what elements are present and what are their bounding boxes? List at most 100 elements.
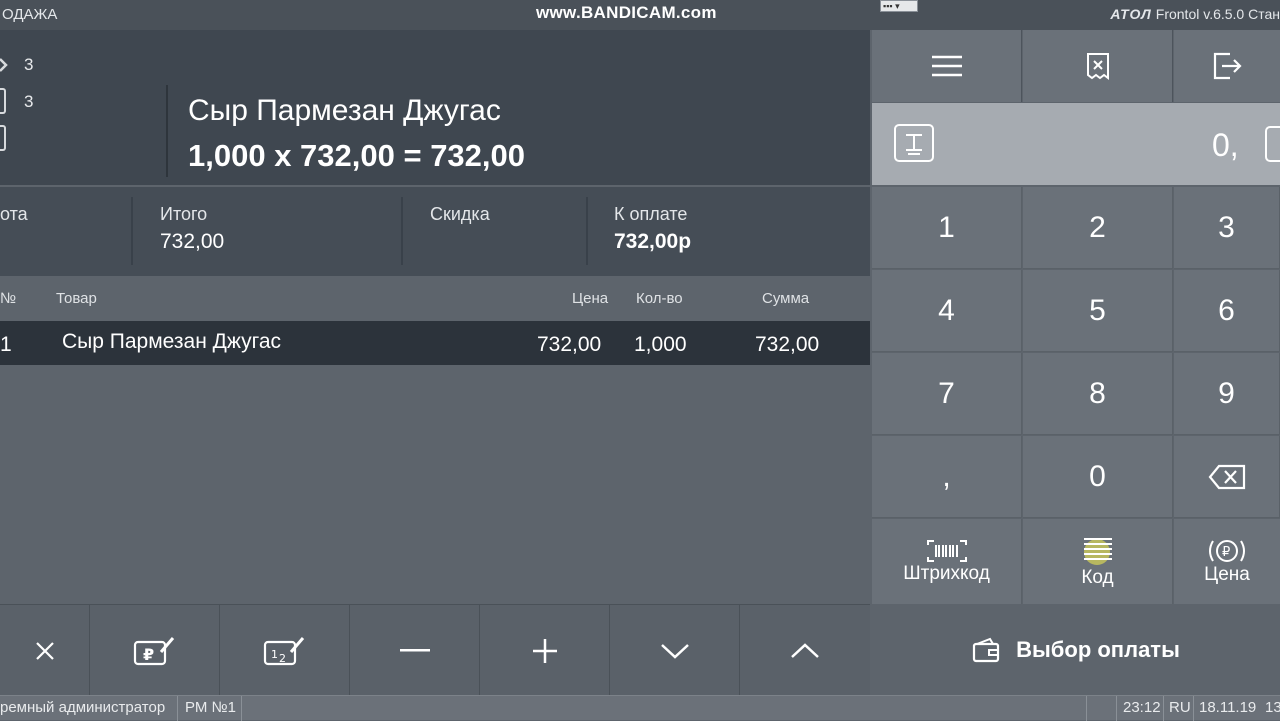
title-bar: ОДАЖА www.BANDICAM.com ▪▪▪ ▾ АТОЛ Frontol…: [0, 0, 1280, 30]
scroll-up-button[interactable]: [740, 605, 870, 696]
svg-text:₽: ₽: [1222, 545, 1230, 560]
subtotal-label: Итого: [160, 204, 208, 224]
row-product: Сыр Пармезан Джугас: [62, 330, 282, 353]
payment-select-button[interactable]: Выбор оплаты: [872, 604, 1280, 695]
table-row[interactable]: 1 Сыр Пармезан Джугас 732,00 1,000 732,0…: [0, 321, 870, 365]
scale-icon[interactable]: [894, 124, 934, 162]
status-bar: ремный администратор РМ №1 23:12 RU 18.1…: [0, 695, 1280, 721]
key-comma[interactable]: ,: [872, 436, 1022, 518]
key-7[interactable]: 7: [872, 353, 1022, 435]
key-4[interactable]: 4: [872, 270, 1022, 352]
list-icon: [1083, 538, 1112, 560]
status-extra: 13: [1265, 699, 1280, 716]
col-no: №: [0, 290, 17, 307]
settings-icon[interactable]: [1265, 126, 1280, 162]
mode-label: ОДАЖА: [2, 6, 58, 23]
divider: [1086, 696, 1087, 721]
chevron-up-icon: [791, 642, 819, 658]
exit-button[interactable]: [1174, 30, 1280, 102]
item-calculation: 1,000 x 732,00 = 732,00: [188, 138, 526, 173]
delete-button[interactable]: [0, 605, 90, 696]
chevron-down-icon: [660, 643, 689, 659]
key-8[interactable]: 8: [1023, 353, 1173, 435]
barcode-button[interactable]: Штрихкод: [872, 519, 1022, 605]
divider: [1163, 696, 1164, 721]
payment-select-label: Выбор оплаты: [1016, 636, 1180, 662]
edit-price-button[interactable]: ₽: [90, 605, 220, 696]
key-1[interactable]: 1: [872, 187, 1022, 269]
price-label: Цена: [1204, 564, 1250, 585]
row-no: 1: [0, 333, 12, 356]
barcode-label: Штрихкод: [903, 563, 990, 584]
col-product: Товар: [56, 290, 97, 307]
count-a: 3: [24, 55, 34, 74]
key-3[interactable]: 3: [1174, 187, 1280, 269]
totals-col1-label: ота: [0, 204, 28, 224]
key-5[interactable]: 5: [1023, 270, 1173, 352]
svg-text:₽: ₽: [143, 645, 154, 664]
divider: [586, 197, 588, 265]
cancel-receipt-button[interactable]: [1023, 30, 1173, 102]
barcode-icon: [926, 540, 967, 562]
date-label: 18.11.19: [1199, 699, 1257, 716]
divider: [1193, 696, 1194, 721]
key-9[interactable]: 9: [1174, 353, 1280, 435]
menu-button[interactable]: [872, 30, 1022, 102]
chevron-right-icon: [0, 58, 8, 72]
key-6[interactable]: 6: [1174, 270, 1280, 352]
price-icon: ₽: [1205, 538, 1245, 564]
lang-label: RU: [1169, 699, 1191, 716]
divider: [401, 197, 403, 265]
menu-icon: [931, 55, 962, 77]
current-item-panel: 3 3 Сыр Пармезан Джугас 1,000 x 732,00 =…: [0, 30, 870, 185]
plus-icon: [532, 638, 557, 663]
col-sum: Сумма: [762, 290, 810, 307]
quantity-value: 0,: [1212, 127, 1239, 163]
table-header: № Товар Цена Кол-во Сумма: [0, 277, 870, 321]
divider: [1116, 696, 1117, 721]
edit-price-icon: ₽: [133, 636, 174, 665]
count-b: 3: [24, 92, 34, 111]
divider: [166, 85, 168, 177]
brand-logo: АТОЛ: [1110, 6, 1152, 22]
key-2[interactable]: 2: [1023, 187, 1173, 269]
svg-text:2: 2: [279, 652, 286, 665]
code-button[interactable]: Код: [1023, 519, 1173, 605]
edit-quantity-icon: 12: [263, 636, 304, 665]
recorder-watermark: www.BANDICAM.com: [536, 3, 717, 22]
bracket-icon: [0, 125, 6, 151]
row-sum: 732,00: [755, 333, 820, 356]
to-pay-value: 732,00р: [614, 230, 692, 253]
row-price: 732,00: [537, 333, 602, 356]
table-empty-area[interactable]: [0, 365, 870, 604]
close-icon: [35, 641, 54, 660]
plus-button[interactable]: [480, 605, 610, 696]
col-price: Цена: [572, 290, 609, 307]
scroll-down-button[interactable]: [610, 605, 740, 696]
minus-button[interactable]: [350, 605, 480, 696]
receipt-cancel-icon: [1086, 53, 1109, 80]
key-0[interactable]: 0: [1023, 436, 1173, 518]
time-label: 23:12: [1123, 699, 1161, 716]
user-label: ремный администратор: [0, 699, 166, 716]
subtotal-value: 732,00: [160, 230, 225, 253]
app-version: АТОЛ Frontol v.6.5.0 Стан: [1110, 6, 1280, 22]
price-button[interactable]: ₽ Цена: [1174, 519, 1280, 605]
workplace-label: РМ №1: [185, 699, 236, 716]
keypad-panel: 0, 1 2 3 4 5 6 7 8 9 , 0 Штрихкод Код ₽ …: [872, 30, 1280, 695]
col-qty: Кол-во: [636, 290, 683, 307]
wallet-icon: [973, 637, 1000, 662]
quantity-input-row[interactable]: 0,: [872, 103, 1280, 185]
window-control-icon[interactable]: ▪▪▪ ▾: [880, 0, 918, 12]
backspace-icon: [1208, 464, 1245, 489]
row-qty: 1,000: [634, 333, 687, 356]
to-pay-label: К оплате: [614, 204, 688, 224]
version-label: Frontol v.6.5.0 Стан: [1155, 6, 1280, 22]
totals-bar: ота Итого 732,00 Скидка К оплате 732,00р: [0, 187, 870, 276]
divider: [177, 696, 178, 721]
edit-quantity-button[interactable]: 12: [220, 605, 350, 696]
exit-icon: [1213, 52, 1242, 80]
item-name: Сыр Пармезан Джугас: [188, 94, 501, 127]
backspace-button[interactable]: [1174, 436, 1280, 518]
discount-label: Скидка: [430, 204, 490, 224]
